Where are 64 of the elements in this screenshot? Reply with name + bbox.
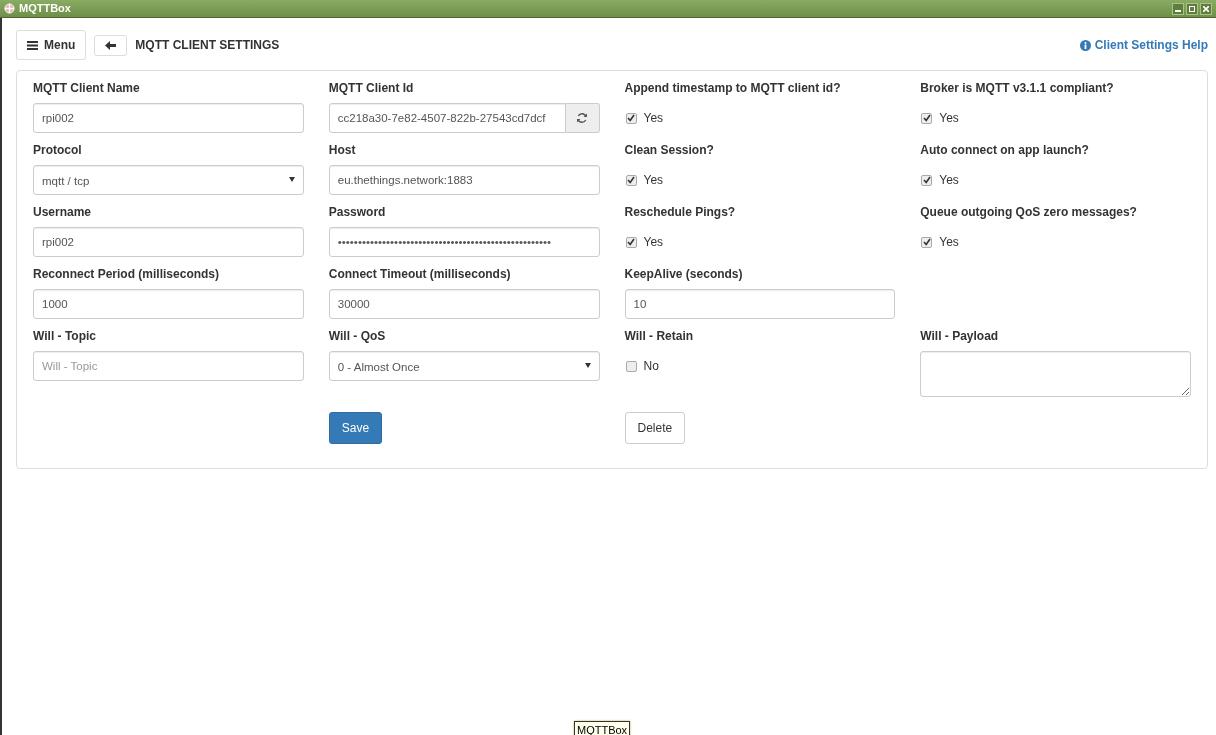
refresh-button[interactable] bbox=[565, 103, 600, 133]
checkbox[interactable] bbox=[625, 174, 637, 186]
checkbox[interactable] bbox=[625, 112, 637, 124]
field-label: Password bbox=[328, 205, 387, 219]
field-label: Will - Topic bbox=[33, 329, 97, 343]
checkbox-label: No bbox=[643, 358, 659, 375]
text-field[interactable]: ••••••••••••••••••••••••••••••••••••••••••••••••••••• bbox=[328, 227, 600, 257]
checkbox-label: Yes bbox=[643, 172, 664, 189]
field-label: Reschedule Pings? bbox=[624, 205, 737, 219]
checkbox[interactable] bbox=[921, 236, 933, 248]
field-label: Reconnect Period (milliseconds) bbox=[33, 267, 221, 281]
help-link[interactable]: Client Settings Help bbox=[1079, 36, 1208, 54]
field-label: Auto connect on app launch? bbox=[920, 143, 1090, 157]
back-button[interactable] bbox=[94, 34, 128, 56]
field-label: Username bbox=[33, 205, 93, 219]
checkbox-label: Yes bbox=[939, 172, 959, 189]
window-title: MQTTBox bbox=[19, 1, 71, 17]
minimize-button[interactable] bbox=[1172, 2, 1184, 15]
close-button[interactable] bbox=[1200, 2, 1212, 15]
menu-button[interactable]: Menu bbox=[16, 30, 87, 60]
dropdown[interactable]: mqtt / tcp bbox=[33, 165, 304, 195]
info-icon bbox=[1079, 39, 1091, 51]
delete-button[interactable]: Delete bbox=[624, 412, 686, 444]
save-button[interactable]: Save bbox=[328, 412, 383, 444]
close-icon bbox=[1203, 5, 1209, 12]
checkbox-label: Yes bbox=[939, 234, 959, 251]
maximize-button[interactable] bbox=[1186, 2, 1198, 15]
refresh-icon bbox=[576, 112, 588, 124]
checkbox[interactable] bbox=[625, 236, 637, 248]
back-arrow-icon bbox=[105, 40, 117, 50]
maximize-icon bbox=[1189, 5, 1195, 12]
text-field[interactable]: 1000 bbox=[33, 289, 304, 319]
text-field[interactable]: cc218a30-7e82-4507-822b-27543cd7dcf bbox=[328, 103, 566, 133]
field-label: Connect Timeout (milliseconds) bbox=[328, 267, 512, 281]
text-field[interactable]: Will - Topic bbox=[33, 351, 304, 381]
field-label: Clean Session? bbox=[624, 143, 715, 157]
checkbox[interactable] bbox=[921, 174, 933, 186]
text-field[interactable]: 30000 bbox=[328, 289, 600, 319]
field-label: Host bbox=[328, 143, 357, 157]
field-label: Append timestamp to MQTT client id? bbox=[624, 81, 842, 95]
checkbox[interactable] bbox=[921, 112, 933, 124]
checkbox-label: Yes bbox=[939, 110, 959, 127]
text-field[interactable]: rpi002 bbox=[33, 103, 304, 133]
field-label: Queue outgoing QoS zero messages? bbox=[920, 205, 1138, 219]
checkbox[interactable] bbox=[625, 360, 637, 372]
field-label: MQTT Client Id bbox=[328, 81, 415, 95]
field-label: Will - QoS bbox=[328, 329, 387, 343]
text-field[interactable]: rpi002 bbox=[33, 227, 304, 257]
app-icon bbox=[4, 3, 15, 14]
dropdown[interactable]: 0 - Almost Once bbox=[328, 351, 600, 381]
field-label: Protocol bbox=[33, 143, 83, 157]
field-label: MQTT Client Name bbox=[33, 81, 141, 95]
field-label: KeepAlive (seconds) bbox=[624, 267, 744, 281]
caret-icon bbox=[288, 177, 295, 182]
page-title: MQTT CLIENT SETTINGS bbox=[135, 37, 280, 54]
caret-icon bbox=[584, 363, 591, 368]
menu-icon bbox=[27, 40, 38, 50]
checkbox-label: Yes bbox=[643, 110, 664, 127]
field-label: Will - Payload bbox=[920, 329, 1000, 343]
field-label: Will - Retain bbox=[624, 329, 695, 343]
text-field[interactable]: eu.thethings.network:1883 bbox=[328, 165, 600, 195]
checkbox-label: Yes bbox=[643, 234, 664, 251]
text-field[interactable]: 10 bbox=[624, 289, 896, 319]
field-label: Broker is MQTT v3.1.1 compliant? bbox=[920, 81, 1115, 95]
